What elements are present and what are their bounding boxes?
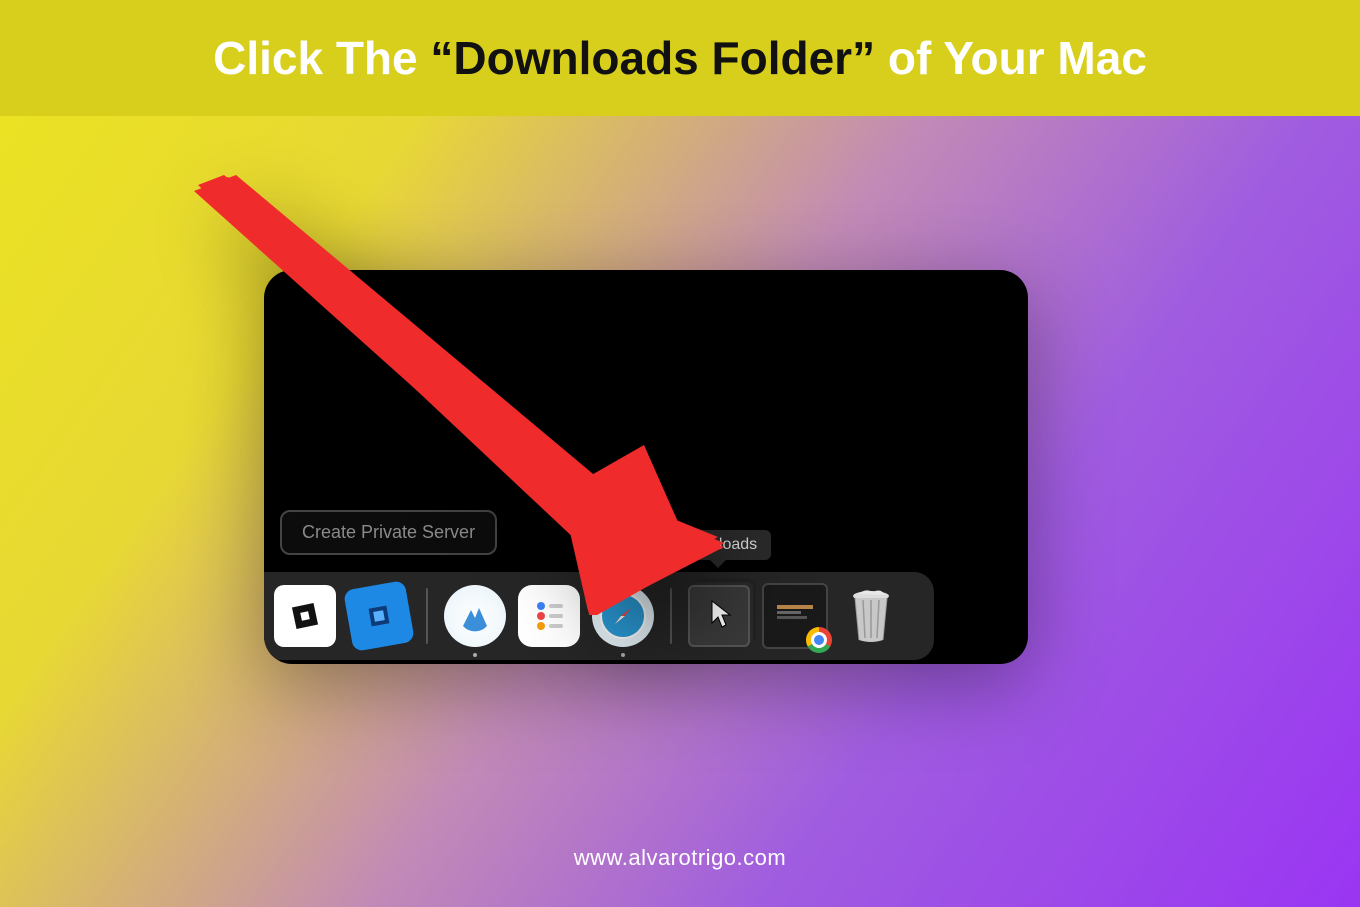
- safari-icon[interactable]: [592, 585, 654, 647]
- header-emphasis: “Downloads Folder”: [430, 31, 875, 85]
- trash-icon[interactable]: [840, 585, 902, 647]
- folder-stack-icon[interactable]: [762, 583, 828, 649]
- dock-separator-icon: [670, 588, 672, 644]
- macos-dock: [264, 572, 934, 660]
- footer-url: www.alvarotrigo.com: [0, 845, 1360, 871]
- chrome-badge-icon: [806, 627, 832, 653]
- nordvpn-icon[interactable]: [444, 585, 506, 647]
- reminders-icon[interactable]: [518, 585, 580, 647]
- header-banner: Click The “Downloads Folder” of Your Mac: [0, 0, 1360, 116]
- trash-bin-icon: [845, 586, 897, 646]
- header-suffix: of Your Mac: [888, 31, 1147, 85]
- page-root: Click The “Downloads Folder” of Your Mac…: [0, 0, 1360, 907]
- screenshot-panel: Create Private Server Downloads: [264, 270, 1028, 664]
- downloads-stack-icon[interactable]: [688, 585, 750, 647]
- safari-logo-icon: [597, 590, 649, 642]
- nordvpn-logo-icon: [453, 594, 497, 638]
- roblox-app-icon[interactable]: [274, 585, 336, 647]
- running-indicator-icon: [473, 653, 477, 657]
- roblox-logo-icon: [290, 601, 320, 631]
- reminders-logo-icon: [527, 594, 571, 638]
- code-window-icon: [775, 603, 815, 629]
- studio-logo-icon: [362, 599, 397, 634]
- cursor-icon: [710, 599, 732, 629]
- create-private-server-button[interactable]: Create Private Server: [280, 510, 497, 555]
- roblox-studio-icon[interactable]: [343, 580, 415, 652]
- downloads-tooltip: Downloads: [664, 530, 771, 560]
- header-prefix: Click The: [213, 31, 418, 85]
- running-indicator-icon: [621, 653, 625, 657]
- dock-separator-icon: [426, 588, 428, 644]
